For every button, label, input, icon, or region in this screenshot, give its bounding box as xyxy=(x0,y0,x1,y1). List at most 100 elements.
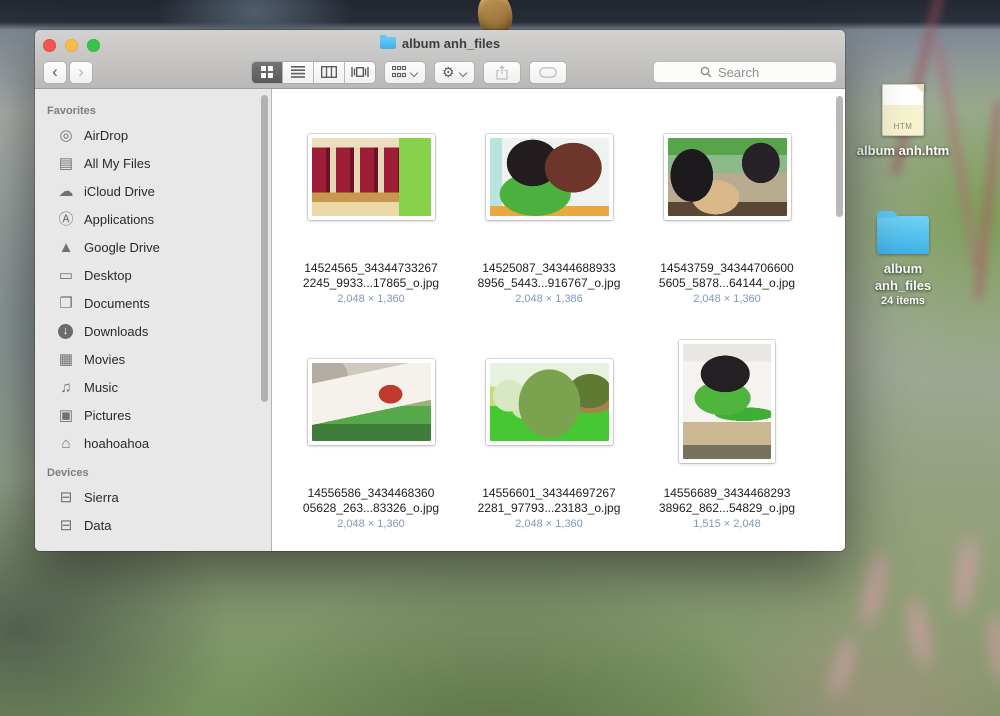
search-input[interactable] xyxy=(716,64,790,81)
sidebar-item-all-my-files[interactable]: ▤ All My Files xyxy=(35,149,271,177)
file-name: 14556601_34344697267 2281_97793...23183_… xyxy=(478,486,621,516)
sidebar-item-music[interactable]: ♫ Music xyxy=(35,373,271,401)
sidebar-item-label: Applications xyxy=(84,212,154,227)
thumbnail-box xyxy=(308,334,435,469)
arrange-menu-button[interactable] xyxy=(384,61,426,84)
search-icon xyxy=(700,66,712,78)
page-fold-decoration xyxy=(914,84,924,94)
window-title: album anh_files xyxy=(402,36,500,51)
file-dimensions: 1,515 × 2,048 xyxy=(693,517,761,531)
google-drive-icon: ▲ xyxy=(57,240,75,255)
file-item[interactable]: 14556586_3434468360 05628_263...83326_o.… xyxy=(282,314,460,539)
htm-badge: HTM xyxy=(883,122,923,131)
file-dimensions: 2,048 × 1,360 xyxy=(337,517,405,531)
thumbnail-box xyxy=(679,334,775,469)
file-thumbnail[interactable] xyxy=(486,134,613,220)
icon-view-button[interactable] xyxy=(252,62,283,83)
file-thumbnail[interactable] xyxy=(664,134,791,220)
applications-icon: Ⓐ xyxy=(57,212,75,227)
file-dimensions: 2,048 × 1,360 xyxy=(515,517,583,531)
zoom-button[interactable] xyxy=(87,39,100,52)
sidebar-item-icloud-drive[interactable]: ☁ iCloud Drive xyxy=(35,177,271,205)
view-mode-segmented-control xyxy=(251,61,376,84)
icon-grid: 14524565_34344733267 2245_9933...17865_o… xyxy=(282,89,816,539)
thumbnail-box xyxy=(664,109,791,244)
chevron-left-icon: ‹ xyxy=(52,63,58,80)
file-name: 14543759_34344706600 5605_5878...64144_o… xyxy=(659,261,795,291)
content-scrollbar[interactable] xyxy=(836,96,843,217)
file-dimensions: 2,048 × 1,386 xyxy=(515,292,583,306)
column-view-button[interactable] xyxy=(314,62,345,83)
window-chrome[interactable]: album anh_files ‹ › xyxy=(35,30,845,89)
file-item[interactable]: 14556689_3434468293 38962_862...54829_o.… xyxy=(638,314,816,539)
sidebar-item-airdrop[interactable]: ◎ AirDrop xyxy=(35,121,271,149)
htm-file-icon: HTM xyxy=(882,84,924,136)
sidebar-scrollbar[interactable] xyxy=(261,95,268,402)
sidebar-item-pictures[interactable]: ▣ Pictures xyxy=(35,401,271,429)
list-view-button[interactable] xyxy=(283,62,314,83)
file-item[interactable]: 14524565_34344733267 2245_9933...17865_o… xyxy=(282,89,460,314)
thumbnail-box xyxy=(486,109,613,244)
sidebar-item-sierra[interactable]: ⊟ Sierra xyxy=(35,483,271,511)
file-thumbnail[interactable] xyxy=(308,359,435,445)
file-thumbnail[interactable] xyxy=(486,359,613,445)
desktop-icon: ▭ xyxy=(57,268,75,283)
sidebar-item-label: Movies xyxy=(84,352,125,367)
sidebar-item-label: iCloud Drive xyxy=(84,184,155,199)
sidebar-item-downloads[interactable]: ↓ Downloads xyxy=(35,317,271,345)
thumbnail-box xyxy=(308,109,435,244)
sidebar-item-label: Downloads xyxy=(84,324,148,339)
forward-button[interactable]: › xyxy=(69,61,93,84)
photo-market-stall xyxy=(668,138,787,216)
chevron-down-icon xyxy=(460,69,467,76)
file-name: 14556689_3434468293 38962_862...54829_o.… xyxy=(659,486,795,516)
chevron-right-icon: › xyxy=(78,63,84,80)
search-field[interactable] xyxy=(653,61,837,83)
tag-button[interactable] xyxy=(529,61,567,84)
sidebar-item-google-drive[interactable]: ▲ Google Drive xyxy=(35,233,271,261)
sidebar-item-applications[interactable]: Ⓐ Applications xyxy=(35,205,271,233)
coverflow-view-button[interactable] xyxy=(345,62,375,83)
title-bar: album anh_files xyxy=(35,30,845,56)
chevron-down-icon xyxy=(411,69,418,76)
disk-icon: ⊟ xyxy=(57,518,75,533)
gear-icon: ⚙ xyxy=(442,65,455,79)
minimize-button[interactable] xyxy=(65,39,78,52)
sidebar-item-data[interactable]: ⊟ Data xyxy=(35,511,271,539)
sidebar-item-label: Data xyxy=(84,518,111,533)
sidebar-item-movies[interactable]: ▦ Movies xyxy=(35,345,271,373)
sidebar-item-label: Pictures xyxy=(84,408,131,423)
grass-spike-decoration xyxy=(858,551,889,629)
downloads-icon: ↓ xyxy=(58,324,73,339)
traffic-lights xyxy=(43,39,100,52)
sidebar-item-desktop[interactable]: ▭ Desktop xyxy=(35,261,271,289)
back-button[interactable]: ‹ xyxy=(43,61,67,84)
finder-window: album anh_files ‹ › xyxy=(35,30,845,551)
file-thumbnail[interactable] xyxy=(679,340,775,463)
grass-spike-decoration xyxy=(953,533,980,614)
photo-red-bottles xyxy=(312,138,431,216)
file-item[interactable]: 14556601_34344697267 2281_97793...23183_… xyxy=(460,314,638,539)
action-menu-button[interactable]: ⚙ xyxy=(434,61,475,84)
file-thumbnail[interactable] xyxy=(308,134,435,220)
sidebar-item-label: hoahoahoa xyxy=(84,436,149,451)
sidebar-item-label: AirDrop xyxy=(84,128,128,143)
coverflow-view-icon xyxy=(351,66,369,78)
desktop-icon-album-anh-htm[interactable]: HTM album anh.htm xyxy=(843,84,963,159)
file-item[interactable]: 14543759_34344706600 5605_5878...64144_o… xyxy=(638,89,816,314)
documents-icon: ❐ xyxy=(57,296,75,311)
file-name: 14525087_34344688933 8956_5443...916767_… xyxy=(478,261,621,291)
thumbnail-box xyxy=(486,334,613,469)
all-my-files-icon: ▤ xyxy=(57,156,75,171)
file-browser-content: 14524565_34344733267 2245_9933...17865_o… xyxy=(272,89,845,551)
desktop-icon-album-anh-files-folder[interactable]: album anh_files 24 items xyxy=(843,208,963,308)
desktop-icon-label: album anh.htm xyxy=(857,142,949,159)
close-button[interactable] xyxy=(43,39,56,52)
share-button[interactable] xyxy=(483,61,521,84)
folder-item-count: 24 items xyxy=(881,294,925,308)
sidebar-item-documents[interactable]: ❐ Documents xyxy=(35,289,271,317)
sidebar-item-hoahoahoa[interactable]: ⌂ hoahoahoa xyxy=(35,429,271,457)
sidebar-item-label: Music xyxy=(84,380,118,395)
file-item[interactable]: 14525087_34344688933 8956_5443...916767_… xyxy=(460,89,638,314)
sidebar-item-label: Sierra xyxy=(84,490,119,505)
